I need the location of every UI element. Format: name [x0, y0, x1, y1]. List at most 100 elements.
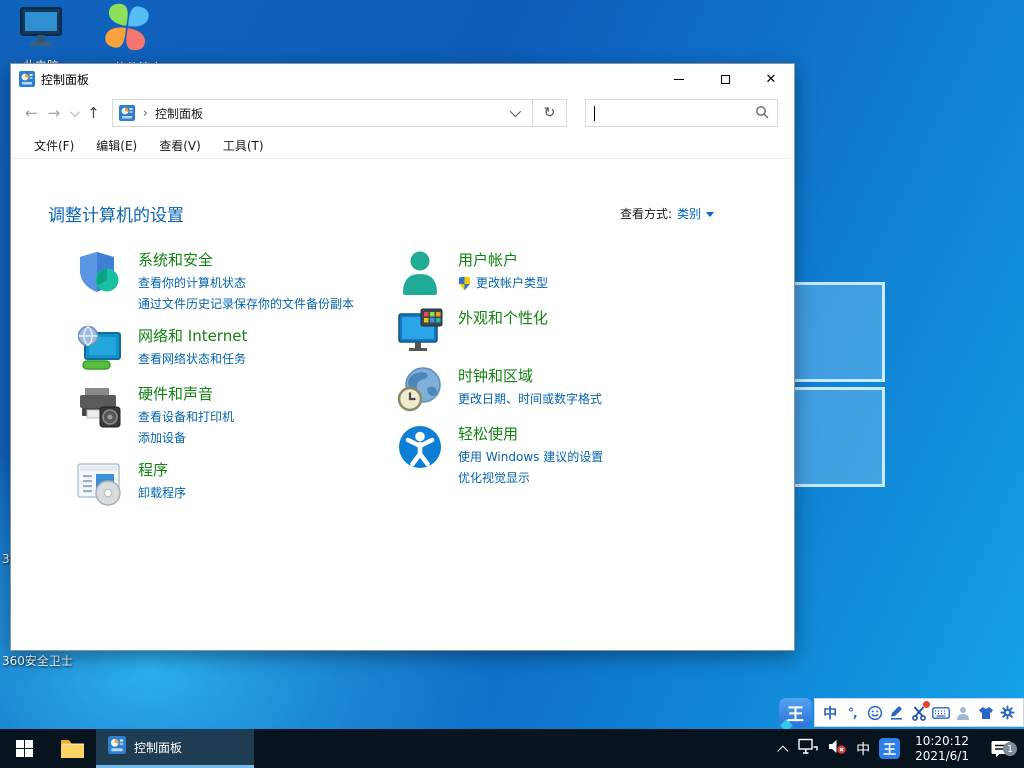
desktop-icon-label-360-security[interactable]: 360安全卫士: [2, 652, 73, 669]
control-panel-icon: [19, 71, 35, 87]
view-by-control: 查看方式: 类别: [620, 205, 714, 222]
view-by-dropdown-icon[interactable]: [706, 212, 714, 217]
programs-icon[interactable]: [76, 459, 124, 507]
page-title: 调整计算机的设置: [48, 201, 184, 226]
settings-gear-icon[interactable]: [999, 703, 1017, 723]
window-title: 控制面板: [41, 71, 656, 88]
view-by-label: 查看方式:: [620, 205, 672, 222]
emoji-icon[interactable]: [866, 703, 884, 723]
category-link[interactable]: 更改帐户类型: [476, 273, 548, 294]
skin-icon[interactable]: [977, 703, 995, 723]
category-title[interactable]: 系统和安全: [138, 249, 354, 271]
category-title[interactable]: 轻松使用: [458, 423, 603, 445]
file-explorer-icon: [60, 738, 85, 759]
close-icon: ✕: [766, 73, 777, 86]
maximize-icon: [721, 75, 730, 84]
window-titlebar[interactable]: 控制面板 ✕: [11, 64, 794, 94]
menu-bar: 文件(F) 编辑(E) 查看(V) 工具(T): [11, 132, 794, 159]
ime-logo-char: 王: [787, 700, 804, 725]
category-column-right: 用户帐户 更改帐户类型: [396, 249, 736, 499]
search-icon: [755, 104, 769, 123]
ease-of-access-icon[interactable]: [396, 423, 444, 471]
screenshot-scissors-icon[interactable]: [910, 703, 928, 723]
category-link[interactable]: 查看你的计算机状态: [138, 273, 354, 294]
clock-date: 2021/6/1: [915, 749, 969, 764]
breadcrumb[interactable]: 控制面板: [155, 105, 510, 122]
category-title[interactable]: 用户帐户: [458, 249, 548, 271]
taskbar-task-control-panel[interactable]: 控制面板: [96, 729, 254, 768]
account-icon[interactable]: [954, 703, 972, 723]
category-link[interactable]: 添加设备: [138, 428, 234, 449]
maximize-button[interactable]: [702, 64, 748, 94]
input-language-indicator[interactable]: 中: [856, 739, 870, 759]
menu-file[interactable]: 文件(F): [23, 132, 85, 159]
taskbar-clock[interactable]: 10:20:12 2021/6/1: [909, 734, 975, 764]
menu-edit[interactable]: 编辑(E): [85, 132, 148, 159]
notification-count-badge: 1: [1003, 742, 1017, 756]
close-button[interactable]: ✕: [748, 64, 794, 94]
control-panel-icon: [119, 105, 135, 121]
network-icon[interactable]: [798, 738, 818, 759]
control-panel-window: 控制面板 ✕ ← → ↑: [10, 63, 795, 651]
category-link[interactable]: 优化视觉显示: [458, 468, 603, 489]
category-programs: 程序 卸载程序: [76, 459, 386, 507]
address-dropdown-chevron-icon[interactable]: [510, 106, 521, 117]
text-caret: [594, 106, 595, 121]
category-title[interactable]: 网络和 Internet: [138, 325, 247, 347]
menu-view[interactable]: 查看(V): [148, 132, 212, 159]
category-user-accounts: 用户帐户 更改帐户类型: [396, 249, 736, 297]
menu-tools[interactable]: 工具(T): [212, 132, 275, 159]
category-link[interactable]: 更改日期、时间或数字格式: [458, 389, 602, 410]
address-bar[interactable]: › 控制面板: [112, 99, 533, 127]
control-panel-content: 调整计算机的设置 查看方式: 类别 系统和安全 查看你的计算机: [11, 159, 794, 650]
category-link[interactable]: 查看设备和打印机: [138, 407, 234, 428]
handwriting-icon[interactable]: [888, 703, 906, 723]
appearance-personalization-icon[interactable]: [396, 307, 444, 355]
forward-button[interactable]: →: [48, 104, 61, 122]
back-button[interactable]: ←: [25, 104, 38, 122]
category-title[interactable]: 时钟和区域: [458, 365, 602, 387]
up-button[interactable]: ↑: [87, 104, 100, 122]
hardware-sound-icon[interactable]: [76, 383, 124, 431]
category-system-security: 系统和安全 查看你的计算机状态 通过文件历史记录保存你的文件备份副本: [76, 249, 386, 315]
taskbar: 控制面板 中 王 10:20:12 2021/6/1: [0, 729, 1024, 768]
ime-tray-icon[interactable]: 王: [879, 738, 900, 759]
recent-pages-chevron-icon[interactable]: [70, 107, 80, 117]
file-explorer-button[interactable]: [48, 729, 96, 768]
start-button[interactable]: [0, 729, 48, 768]
clock-time: 10:20:12: [915, 734, 969, 749]
ime-toolbar: 王 中 °,: [779, 697, 1024, 728]
category-hardware-sound: 硬件和声音 查看设备和打印机 添加设备: [76, 383, 386, 449]
search-input[interactable]: [585, 99, 778, 127]
category-title[interactable]: 程序: [138, 459, 186, 481]
desktop-icon-label-partial: 3: [2, 552, 10, 566]
action-center-button[interactable]: 1: [984, 739, 1018, 758]
category-link[interactable]: 查看网络状态和任务: [138, 349, 247, 370]
category-link[interactable]: 使用 Windows 建议的设置: [458, 447, 603, 468]
uac-shield-icon: [458, 277, 471, 291]
category-network-internet: 网络和 Internet 查看网络状态和任务: [76, 325, 386, 373]
category-link[interactable]: 通过文件历史记录保存你的文件备份副本: [138, 294, 354, 315]
view-by-value[interactable]: 类别: [677, 205, 701, 222]
category-link[interactable]: 卸载程序: [138, 483, 186, 504]
category-title[interactable]: 硬件和声音: [138, 383, 234, 405]
clock-region-icon[interactable]: [396, 365, 444, 413]
ime-logo[interactable]: 王: [779, 698, 812, 727]
category-title[interactable]: 外观和个性化: [458, 307, 548, 329]
360-software-icon: [84, 2, 170, 55]
network-internet-icon[interactable]: [76, 325, 124, 373]
ime-punctuation-toggle[interactable]: °,: [843, 703, 861, 723]
refresh-button[interactable]: ↻: [533, 99, 567, 127]
category-ease-of-access: 轻松使用 使用 Windows 建议的设置 优化视觉显示: [396, 423, 736, 489]
volume-muted-icon[interactable]: [827, 738, 847, 759]
minimize-button[interactable]: [656, 64, 702, 94]
this-pc-icon: [12, 6, 70, 53]
system-tray: 中 王 10:20:12 2021/6/1 1: [781, 729, 1024, 768]
virtual-keyboard-icon[interactable]: [932, 703, 950, 723]
breadcrumb-chevron-icon: ›: [143, 106, 148, 121]
tray-overflow-chevron-icon[interactable]: [777, 745, 788, 756]
ime-mode-toggle[interactable]: 中: [821, 703, 839, 723]
user-accounts-icon[interactable]: [396, 249, 444, 297]
category-clock-region: 时钟和区域 更改日期、时间或数字格式: [396, 365, 736, 413]
system-security-icon[interactable]: [76, 249, 124, 297]
